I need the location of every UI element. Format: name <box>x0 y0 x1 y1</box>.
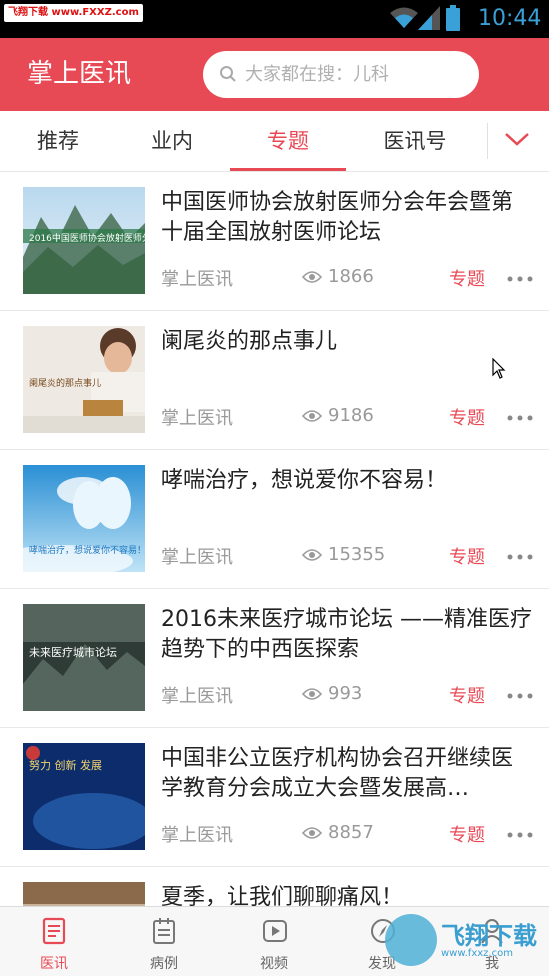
nav-label: 视频 <box>260 956 288 972</box>
view-count-value: 8857 <box>328 822 374 843</box>
article-item[interactable]: 努力 创新 发展 中国非公立医疗机构协会召开继续医学教育分会成立大会暨发展高… … <box>0 728 549 867</box>
eye-icon <box>302 410 322 422</box>
topic-tag[interactable]: 专题 <box>449 682 485 708</box>
watermark-logo <box>385 914 437 966</box>
app-header: 掌上医讯 大家都在搜：儿科 <box>0 38 549 111</box>
tab-recommend[interactable]: 推荐 <box>18 111 98 171</box>
wifi-icon <box>390 7 418 28</box>
thumbnail-caption: 努力 创新 发展 <box>29 759 102 772</box>
more-options-icon[interactable] <box>507 693 533 699</box>
eye-icon <box>302 688 322 700</box>
article-item[interactable]: 哮喘治疗，想说爱你不容易！ 哮喘治疗，想说爱你不容易！ 掌上医讯 15355 专… <box>0 450 549 589</box>
eye-icon <box>302 271 322 283</box>
watermark-top: 飞翔下载 www.FXXZ.com <box>4 4 143 22</box>
search-input[interactable]: 大家都在搜：儿科 <box>203 51 479 98</box>
nav-item-video[interactable]: 视频 <box>244 907 304 976</box>
article-source: 掌上医讯 <box>161 547 233 568</box>
more-options-icon[interactable] <box>507 832 533 838</box>
topic-tag[interactable]: 专题 <box>449 543 485 569</box>
play-icon <box>263 920 287 942</box>
watermark-bottom: 飞翔下载 www.fxxz.com <box>385 912 545 970</box>
article-source: 掌上医讯 <box>161 686 233 707</box>
article-thumbnail: 阑尾炎的那点事儿 <box>23 326 145 433</box>
nav-item-cases[interactable]: 病例 <box>134 907 194 976</box>
view-count-value: 9186 <box>328 405 374 426</box>
article-title[interactable]: 中国医师协会放射医师分会年会暨第十届全国放射医师论坛 <box>161 188 533 248</box>
more-options-icon[interactable] <box>507 276 533 282</box>
category-tabs: 推荐 业内 专题 医讯号 <box>0 111 549 172</box>
topic-tag[interactable]: 专题 <box>449 265 485 291</box>
article-source: 掌上医讯 <box>161 408 233 429</box>
more-options-icon[interactable] <box>507 554 533 560</box>
nav-label: 病例 <box>150 956 178 972</box>
article-title[interactable]: 中国非公立医疗机构协会召开继续医学教育分会成立大会暨发展高… <box>161 744 533 804</box>
chevron-down-icon[interactable] <box>504 131 530 147</box>
battery-icon <box>446 5 460 31</box>
view-count-value: 15355 <box>328 544 386 565</box>
nav-label: 医讯 <box>40 956 68 972</box>
article-thumbnail: 努力 创新 发展 <box>23 743 145 850</box>
search-icon <box>220 66 236 82</box>
tab-special-topics[interactable]: 专题 <box>248 111 328 171</box>
calendar-list-icon <box>153 918 175 944</box>
more-options-icon[interactable] <box>507 415 533 421</box>
article-thumbnail: 未来医疗城市论坛 <box>23 604 145 711</box>
tab-industry[interactable]: 业内 <box>132 111 212 171</box>
article-source: 掌上医讯 <box>161 825 233 846</box>
search-placeholder: 大家都在搜：儿科 <box>245 64 389 85</box>
status-bar: 飞翔下载 www.FXXZ.com 10:44 <box>0 0 549 38</box>
mouse-cursor-icon <box>492 358 506 379</box>
tab-yixun-account[interactable]: 医讯号 <box>370 111 460 171</box>
status-time: 10:44 <box>478 6 542 31</box>
doc-list-icon <box>42 917 66 945</box>
eye-icon <box>302 549 322 561</box>
eye-icon <box>302 827 322 839</box>
view-count-value: 1866 <box>328 266 374 287</box>
thumbnail-caption: 阑尾炎的那点事儿 <box>29 379 102 389</box>
article-title[interactable]: 阑尾炎的那点事儿 <box>161 327 533 357</box>
thumbnail-caption: 未来医疗城市论坛 <box>29 646 117 659</box>
article-title[interactable]: 2016未来医疗城市论坛 ——精准医疗趋势下的中西医探索 <box>161 605 533 665</box>
watermark-url: www.fxxz.com <box>441 948 513 959</box>
active-tab-indicator <box>230 168 346 171</box>
article-thumbnail: 2016中国医师协会放射医师分会年会 <box>23 187 145 294</box>
article-thumbnail: 哮喘治疗，想说爱你不容易！ <box>23 465 145 572</box>
tab-divider <box>487 123 488 159</box>
nav-item-news[interactable]: 医讯 <box>24 907 84 976</box>
signal-icon <box>418 6 440 30</box>
article-item[interactable]: 阑尾炎的那点事儿 阑尾炎的那点事儿 掌上医讯 9186 专题 <box>0 311 549 450</box>
view-count-value: 993 <box>328 683 363 704</box>
article-source: 掌上医讯 <box>161 269 233 290</box>
app-title: 掌上医讯 <box>27 59 132 89</box>
watermark-name: 飞翔下载 <box>441 922 537 950</box>
thumbnail-caption: 2016中国医师协会放射医师分会年会 <box>29 234 145 244</box>
app-screen: { "status_bar": { "time": "10:44", "wate… <box>0 0 549 976</box>
article-item[interactable]: 2016中国医师协会放射医师分会年会 中国医师协会放射医师分会年会暨第十届全国放… <box>0 172 549 311</box>
thumbnail-caption: 哮喘治疗，想说爱你不容易！ <box>29 546 145 556</box>
article-title[interactable]: 哮喘治疗，想说爱你不容易！ <box>161 466 533 496</box>
article-item[interactable]: 未来医疗城市论坛 2016未来医疗城市论坛 ——精准医疗趋势下的中西医探索 掌上… <box>0 589 549 728</box>
topic-tag[interactable]: 专题 <box>449 404 485 430</box>
topic-tag[interactable]: 专题 <box>449 821 485 847</box>
